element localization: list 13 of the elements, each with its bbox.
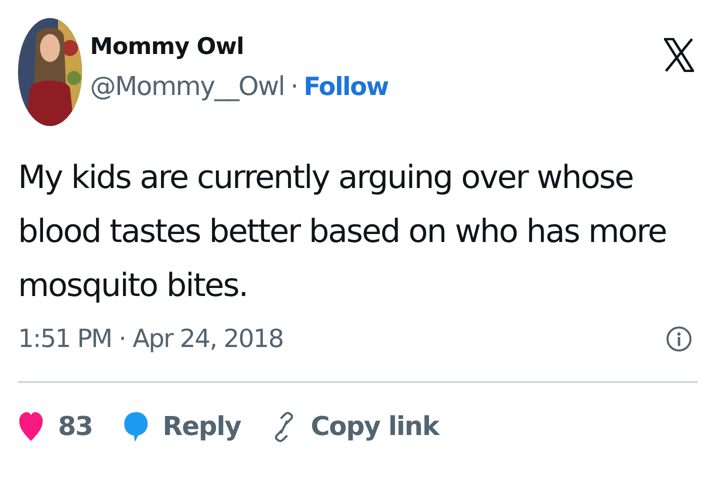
reply-button[interactable]: Reply <box>122 411 241 443</box>
author-name: Mommy Owl <box>90 34 245 60</box>
info-icon[interactable] <box>666 326 692 352</box>
speech-bubble-icon <box>122 411 149 443</box>
author-handle: @Mommy__Owl <box>90 72 284 102</box>
copy-button[interactable]: Copy link <box>270 411 439 443</box>
heart-icon <box>18 411 44 443</box>
tweet-text: My kids are currently arguing over whose blood tastes better based on who has more mosquito bites. <box>18 157 668 306</box>
separator-dot: · <box>290 72 298 102</box>
timestamp: 1:51 PM · Apr 24, 2018 <box>18 324 284 353</box>
x-logo-icon[interactable] <box>664 38 694 72</box>
follow-link[interactable]: Follow <box>304 72 388 101</box>
like-button[interactable]: 83 <box>18 411 93 443</box>
